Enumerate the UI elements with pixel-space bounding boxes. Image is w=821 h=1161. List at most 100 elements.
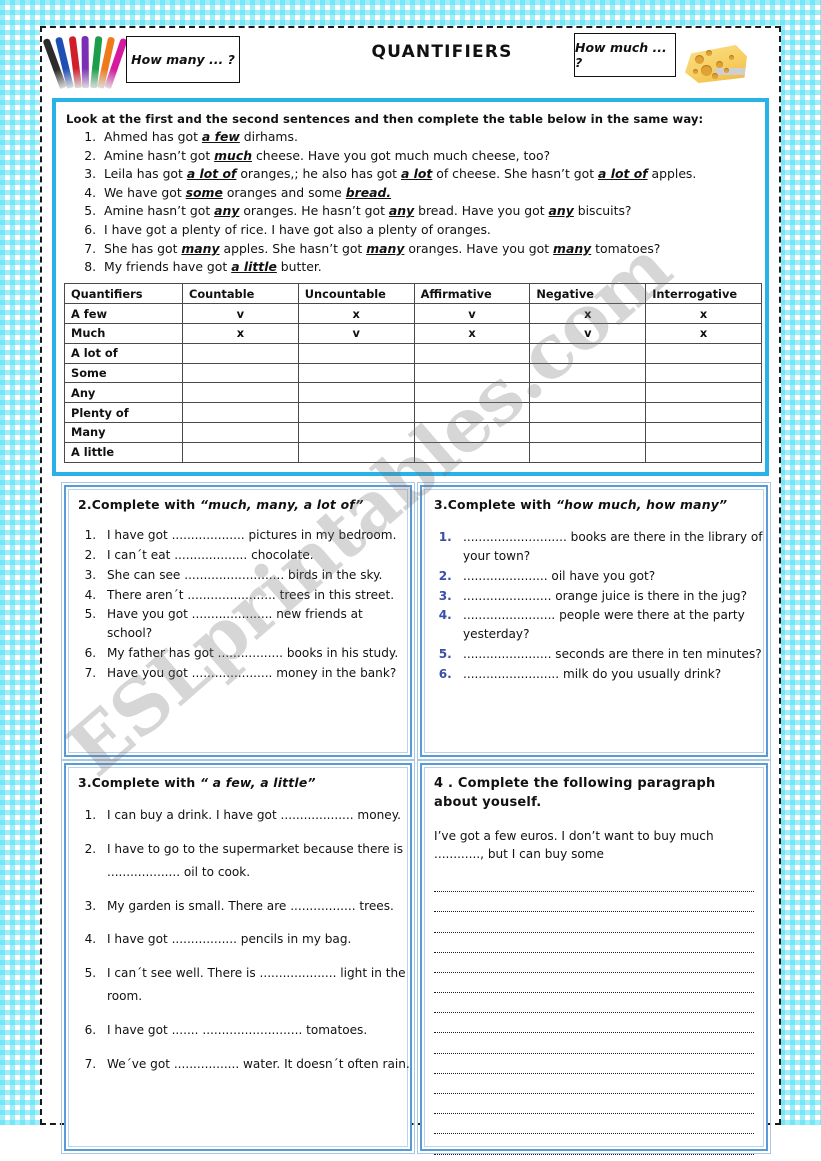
exercise-3b-item[interactable]: We´ve got ................. water. It do… (100, 1053, 410, 1077)
exercise-3a-item[interactable]: ....................... seconds are ther… (456, 645, 766, 664)
table-cell[interactable]: v (297, 322, 415, 344)
page-title: QUANTIFIERS (371, 42, 513, 62)
table-row: A lot of (64, 342, 762, 364)
worksheet-header: How many ... ? QUANTIFIERS How much ... … (42, 28, 779, 90)
table-cell[interactable] (529, 382, 647, 404)
table-cell[interactable] (182, 382, 299, 404)
table-row: Plenty of (64, 402, 762, 423)
table-cell[interactable] (645, 402, 762, 423)
exercise-2-item[interactable]: My father has got ................. book… (100, 644, 410, 663)
writing-line[interactable] (434, 872, 754, 893)
sentence-text: apples. (647, 166, 697, 182)
highlighted-quantifier: many (181, 240, 220, 256)
cheese-hole-1 (695, 55, 704, 64)
exercise-3a-item[interactable]: ........................... books are th… (456, 528, 766, 566)
table-cell[interactable] (413, 382, 531, 404)
table-cell[interactable] (182, 402, 299, 423)
table-cell[interactable] (182, 441, 299, 463)
writing-line[interactable] (434, 1134, 754, 1155)
writing-line[interactable] (434, 993, 754, 1014)
table-cell[interactable]: x (645, 322, 762, 344)
cheese-hole-2 (706, 50, 712, 56)
exercise-3b-item[interactable]: My garden is small. There are ..........… (100, 895, 410, 919)
table-cell[interactable] (529, 441, 647, 463)
highlighted-quantifier: a few (201, 129, 240, 144)
exercise-2-item[interactable]: Have you got ..................... money… (100, 664, 410, 683)
writing-line[interactable] (434, 1033, 754, 1054)
table-cell[interactable]: v (182, 303, 299, 324)
cheese-hole-5 (724, 68, 729, 73)
table-cell[interactable] (182, 342, 299, 364)
table-cell[interactable] (297, 402, 415, 423)
table-cell[interactable] (297, 382, 415, 404)
table-row-label: A few (64, 303, 183, 324)
exercise-3a-item[interactable]: ...................... oil have you got? (456, 567, 766, 586)
table-row-label: Plenty of (64, 402, 183, 423)
exercise-3b-item[interactable]: I can´t see well. There is .............… (100, 962, 410, 1009)
highlighted-quantifier: any (548, 203, 574, 219)
exercise-4-writing-lines[interactable] (422, 872, 766, 1155)
table-row: Much x v x v x (64, 322, 762, 344)
table-cell[interactable] (297, 421, 415, 443)
example-sentence: My friends have got a little butter. (100, 258, 765, 276)
table-cell[interactable] (182, 421, 299, 443)
table-row: A little (64, 441, 762, 463)
writing-line[interactable] (434, 933, 754, 953)
table-cell[interactable] (297, 362, 415, 384)
sentence-text: cheese. Have you got much much cheese, t… (252, 147, 551, 163)
exercise-3a-item[interactable]: ........................ people were the… (456, 606, 766, 644)
writing-line[interactable] (434, 892, 754, 913)
writing-line[interactable] (434, 1013, 754, 1034)
table-cell[interactable] (529, 402, 647, 423)
writing-line[interactable] (434, 953, 754, 973)
table-cell[interactable]: x (182, 322, 299, 344)
sentence-text: Ahmed has got (104, 129, 202, 144)
table-cell[interactable] (645, 362, 762, 384)
table-cell[interactable] (413, 342, 531, 364)
sentence-text: oranges. Have you got (404, 240, 554, 256)
table-cell[interactable] (645, 342, 762, 364)
table-cell[interactable] (529, 342, 647, 364)
exercise-3b-title-quoted: “ a few, a little” (199, 775, 316, 790)
exercise-2-item[interactable]: I can´t eat ................... chocolat… (100, 546, 410, 565)
table-cell[interactable]: x (297, 303, 415, 324)
exercise-3a-item[interactable]: ......................... milk do you us… (456, 665, 766, 684)
table-cell[interactable] (413, 441, 531, 463)
writing-line[interactable] (434, 1074, 754, 1095)
writing-line[interactable] (434, 1094, 754, 1115)
exercise-2-item[interactable]: Have you got ..................... new f… (100, 605, 410, 643)
exercise-2-item[interactable]: She can see .......................... b… (100, 566, 410, 585)
exercise-3b-item[interactable]: I have got ................. pencils in … (100, 928, 410, 952)
table-cell[interactable] (529, 362, 647, 384)
how-much-label-box: How much ... ? (574, 33, 676, 77)
table-cell[interactable] (645, 421, 762, 443)
table-cell[interactable] (413, 402, 531, 423)
table-cell[interactable]: x (645, 303, 762, 324)
exercise-3a-item[interactable]: ....................... orange juice is … (456, 587, 766, 606)
table-cell[interactable]: x (529, 303, 647, 324)
writing-line[interactable] (434, 973, 754, 994)
table-column-header: Interrogative (645, 283, 762, 305)
table-cell[interactable] (645, 441, 762, 463)
writing-line[interactable] (434, 1114, 754, 1135)
table-cell[interactable] (413, 362, 531, 384)
table-cell[interactable] (413, 421, 531, 443)
table-cell[interactable] (529, 421, 647, 443)
table-cell[interactable]: v (413, 303, 531, 324)
example-sentence: Ahmed has got a few dirhams. (100, 128, 765, 146)
exercise-2-item[interactable]: I have got ................... pictures … (100, 526, 410, 545)
writing-line[interactable] (434, 912, 754, 933)
table-cell[interactable] (297, 441, 415, 463)
writing-line[interactable] (434, 1054, 754, 1074)
exercise-2-item[interactable]: There aren´t ....................... tre… (100, 586, 410, 605)
table-cell[interactable]: v (529, 322, 647, 344)
exercise-3b-item[interactable]: I have got ....... .....................… (100, 1019, 410, 1043)
table-cell[interactable] (645, 382, 762, 404)
exercise-3b-item[interactable]: I have to go to the supermarket because … (100, 838, 410, 885)
table-cell[interactable] (182, 362, 299, 384)
table-cell[interactable] (297, 342, 415, 364)
exercise-3b-item[interactable]: I can buy a drink. I have got ..........… (100, 804, 410, 828)
table-row-label: Much (64, 322, 183, 344)
table-cell[interactable]: x (413, 322, 531, 344)
cheese-hole-4 (716, 61, 723, 68)
